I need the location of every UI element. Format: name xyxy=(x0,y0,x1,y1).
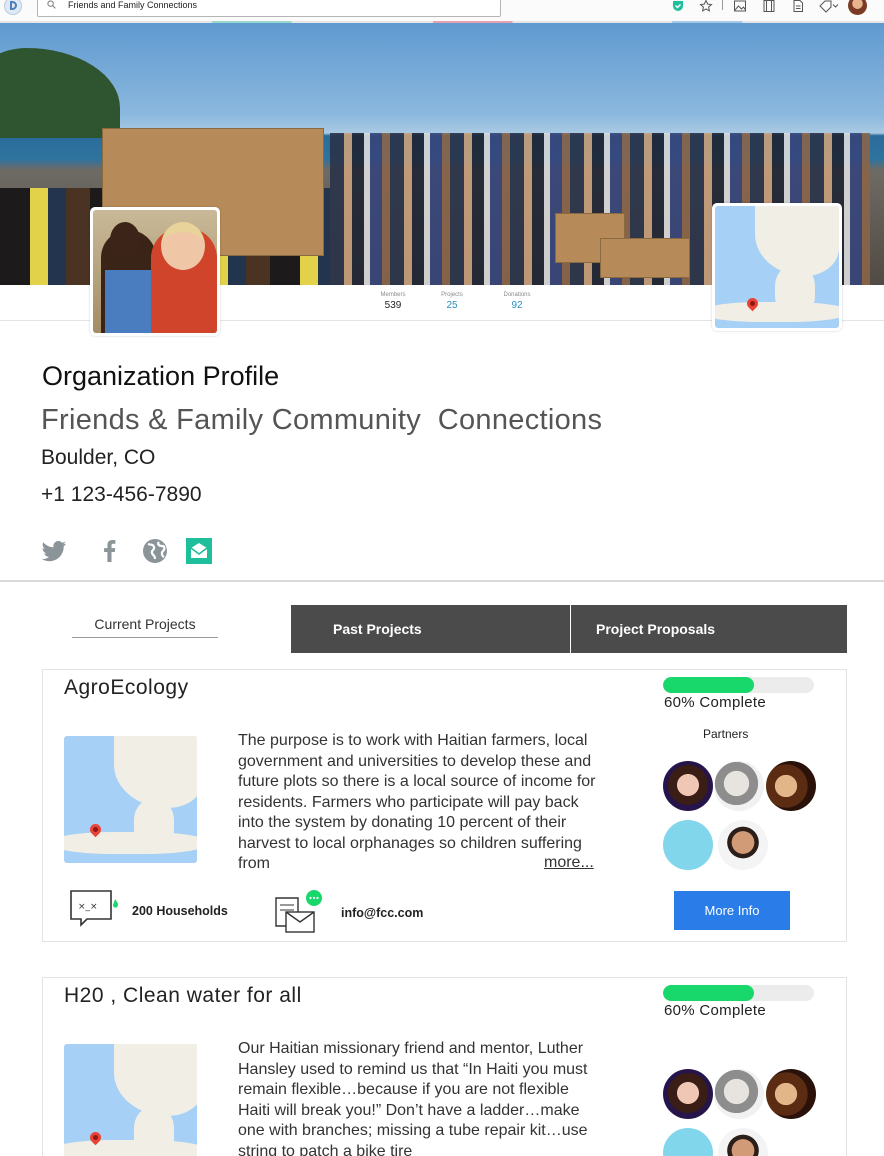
household-icon: ×_× xyxy=(70,890,119,927)
stat-projects[interactable]: Projects 25 xyxy=(432,292,472,311)
app-logo-icon[interactable] xyxy=(4,0,22,15)
progress-label: 60% Complete xyxy=(664,694,766,711)
tab-project-proposals[interactable]: Project Proposals xyxy=(571,605,847,653)
partner-avatar[interactable] xyxy=(663,1128,713,1156)
progress-fill xyxy=(663,677,754,693)
contact-email[interactable]: info@fcc.com xyxy=(341,906,423,920)
twitter-icon[interactable] xyxy=(40,537,68,565)
profile-photo[interactable] xyxy=(90,207,220,336)
toolbar-separator xyxy=(722,0,723,10)
search-icon xyxy=(47,0,56,9)
partner-avatar[interactable] xyxy=(663,1069,713,1119)
project-title[interactable]: AgroEcology xyxy=(64,676,189,700)
cover-island xyxy=(0,48,120,138)
stat-members-value: 539 xyxy=(384,300,402,311)
org-location: Boulder, CO xyxy=(41,446,156,469)
stat-donations[interactable]: Donations 92 xyxy=(497,292,537,311)
globe-icon[interactable] xyxy=(141,537,169,565)
photo-person-face xyxy=(161,222,205,270)
page-title: Organization Profile xyxy=(42,361,280,391)
svg-text:×_×: ×_× xyxy=(78,902,98,912)
image-icon[interactable] xyxy=(733,0,747,13)
project-map[interactable] xyxy=(64,1044,197,1156)
project-description: Our Haitian missionary friend and mentor… xyxy=(238,1040,588,1156)
partner-avatar[interactable] xyxy=(718,820,768,870)
project-description: The purpose is to work with Haitian farm… xyxy=(238,732,596,872)
section-divider xyxy=(0,580,884,582)
partner-avatar[interactable] xyxy=(714,1069,764,1119)
url-text: Friends and Family Connections xyxy=(68,0,198,10)
progress-bar xyxy=(663,985,814,1001)
partner-avatar[interactable] xyxy=(766,1069,816,1119)
stat-donations-label: Donations xyxy=(503,292,531,298)
browser-toolbar: Friends and Family Connections xyxy=(0,0,884,22)
project-card: AgroEcology 60% Complete Partners The pu… xyxy=(42,669,847,942)
partner-avatar[interactable] xyxy=(766,761,816,811)
email-icon[interactable] xyxy=(186,537,214,565)
partner-avatar[interactable] xyxy=(663,761,713,811)
progress-bar xyxy=(663,677,814,693)
address-bar[interactable]: Friends and Family Connections xyxy=(37,0,501,17)
partner-avatar[interactable] xyxy=(714,761,764,811)
project-card: H20 , Clean water for all 60% Complete O… xyxy=(42,977,847,1156)
stat-projects-label: Projects xyxy=(441,292,463,298)
tag-icon[interactable] xyxy=(818,0,840,13)
partner-avatar[interactable] xyxy=(718,1128,768,1156)
more-link[interactable]: more... xyxy=(540,854,594,872)
stat-members[interactable]: Members 539 xyxy=(373,292,413,311)
facebook-icon[interactable] xyxy=(96,537,124,565)
stat-members-label: Members xyxy=(380,292,406,298)
tab-current-projects[interactable]: Current Projects xyxy=(72,616,218,638)
account-avatar[interactable] xyxy=(848,0,867,15)
project-map[interactable] xyxy=(64,736,197,863)
document-icon[interactable] xyxy=(791,0,805,13)
stat-projects-value: 25 xyxy=(446,300,458,311)
progress-fill xyxy=(663,985,754,1001)
stat-donations-value: 92 xyxy=(511,300,523,311)
households-count: 200 Households xyxy=(132,904,228,918)
cover-box xyxy=(600,238,690,278)
partner-avatar[interactable] xyxy=(663,820,713,870)
film-icon[interactable] xyxy=(762,0,776,13)
org-phone[interactable]: +1 123-456-7890 xyxy=(41,483,202,507)
mail-chat-icon xyxy=(275,890,322,933)
project-title[interactable]: H20 , Clean water for all xyxy=(64,984,302,1008)
photo-person-head xyxy=(110,222,140,258)
location-map[interactable] xyxy=(712,203,842,331)
star-icon[interactable] xyxy=(699,0,713,13)
photo-person-shirt xyxy=(105,270,155,333)
tab-past-projects[interactable]: Past Projects xyxy=(291,605,570,653)
org-name: Friends & Family Community Connections xyxy=(41,404,603,436)
shield-check-icon[interactable] xyxy=(671,0,685,13)
more-info-button[interactable]: More Info xyxy=(674,891,790,930)
progress-label: 60% Complete xyxy=(664,1002,766,1019)
partners-label: Partners xyxy=(703,727,749,741)
